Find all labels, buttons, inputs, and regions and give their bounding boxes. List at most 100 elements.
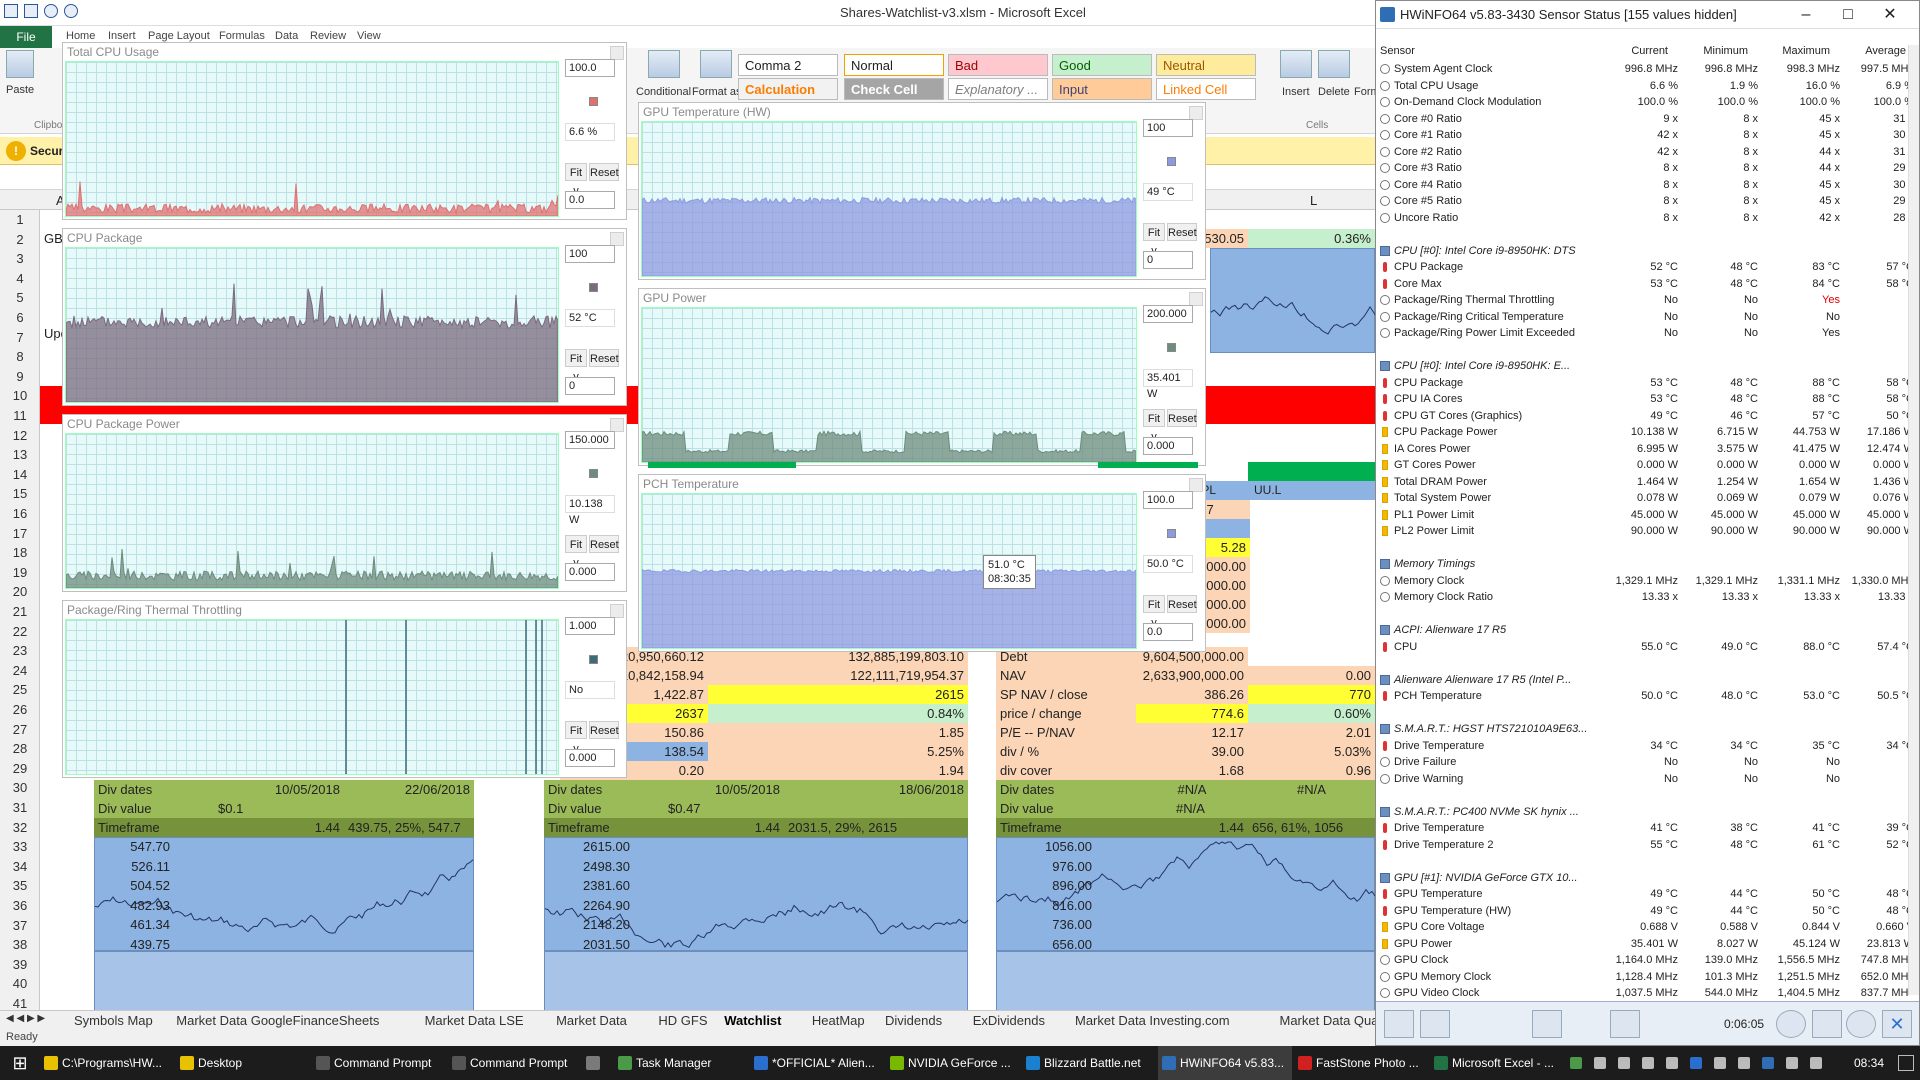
style-explanatory[interactable]: Explanatory ... [948, 78, 1048, 100]
sensor-group-header[interactable]: CPU [#0]: Intel Core i9-8950HK: DTS [1376, 243, 1908, 260]
sensor-row[interactable]: Package/Ring Power Limit Exceeded No No Yes [1376, 325, 1908, 342]
graph-close-icon[interactable] [610, 418, 624, 432]
row-header-32[interactable]: 32 [0, 818, 40, 837]
cell-r25-c5[interactable]: 770 [1248, 685, 1375, 704]
sensor-row[interactable]: Core #3 Ratio 8 x 8 x 44 x 29 x [1376, 160, 1908, 177]
sheet-tab[interactable]: HD GFS [658, 1013, 707, 1028]
row-header-25[interactable]: 25 [0, 680, 40, 699]
redo-icon[interactable] [64, 4, 78, 18]
row-header-31[interactable]: 31 [0, 798, 40, 817]
graph-color-swatch[interactable] [589, 283, 598, 292]
column-l-header[interactable]: L [1310, 193, 1317, 208]
row-header-22[interactable]: 22 [0, 622, 40, 641]
cell-r29-c2[interactable]: 1.94 [708, 761, 968, 780]
cell-r27-c4[interactable]: 12.17 [1136, 723, 1248, 742]
action-center-icon[interactable] [1898, 1055, 1914, 1071]
conditional-formatting-button[interactable]: Conditional [636, 86, 691, 98]
row-header-39[interactable]: 39 [0, 955, 40, 974]
graph-close-icon[interactable] [610, 46, 624, 60]
graph-color-swatch[interactable] [1167, 529, 1176, 538]
save-icon[interactable] [24, 4, 38, 18]
graph-min-field[interactable]: 0 [1143, 251, 1193, 269]
sensor-row[interactable]: PL2 Power Limit 90.000 W 90.000 W 90.000 W 9… [1376, 523, 1908, 540]
cell-r25-c4[interactable]: 386.26 [1136, 685, 1248, 704]
header-sensor[interactable]: Sensor [1380, 45, 1415, 57]
graph-max-field[interactable]: 100 [565, 245, 615, 263]
graph-close-icon[interactable] [610, 232, 624, 246]
right-div-dates-label[interactable]: Div dates [996, 780, 1136, 799]
excel-app-icon[interactable] [4, 4, 18, 18]
row-header-24[interactable]: 24 [0, 661, 40, 680]
tab-review[interactable]: Review [310, 30, 346, 42]
row-header-33[interactable]: 33 [0, 837, 40, 856]
graph-thermal-throttling[interactable]: Package/Ring Thermal Throttling 1.000 No Fi… [62, 600, 627, 778]
delete-cells-icon[interactable] [1318, 50, 1350, 78]
sensor-row[interactable]: Drive Temperature 34 °C 34 °C 35 °C 34 °C [1376, 738, 1908, 755]
graph-cpu-package[interactable]: CPU Package 100 52 °C Fit yReset 0 [62, 228, 627, 406]
style-good[interactable]: Good [1052, 54, 1152, 76]
reset-button[interactable]: Reset [1167, 409, 1197, 427]
cell-r26-c4[interactable]: 774.6 [1136, 704, 1248, 723]
mid-div-date-1[interactable]: 10/05/2018 [664, 780, 784, 799]
graph-close-icon[interactable] [1189, 478, 1203, 492]
graph-color-swatch[interactable] [1167, 343, 1176, 352]
start-windows-icon[interactable]: ⊞ [0, 1046, 40, 1080]
sensor-group-header[interactable]: S.M.A.R.T.: HGST HTS721010A9E63... [1376, 721, 1908, 738]
left-timeframe-value[interactable]: 1.44 [214, 818, 344, 837]
cell-r24-c3[interactable]: NAV [996, 666, 1136, 685]
graph-max-field[interactable]: 200.000 [1143, 305, 1193, 323]
sensor-row[interactable]: GPU Clock 1,164.0 MHz 139.0 MHz 1,556.5 MHz… [1376, 952, 1908, 969]
cell-l2[interactable]: 0.36% [1248, 229, 1375, 248]
tab-home[interactable]: Home [66, 30, 95, 42]
fit-y-button[interactable]: Fit y [565, 163, 587, 197]
graph-plot-area[interactable] [641, 121, 1137, 277]
taskbar-clock[interactable]: 08:34 [1854, 1056, 1884, 1070]
sensor-row[interactable]: Total CPU Usage 6.6 % 1.9 % 16.0 % 6.9 % [1376, 78, 1908, 95]
graph-close-icon[interactable] [610, 604, 624, 618]
style-neutral[interactable]: Neutral [1156, 54, 1256, 76]
mid-div-date-2[interactable]: 18/06/2018 [784, 780, 968, 799]
sensor-row[interactable]: Memory Clock 1,329.1 MHz 1,329.1 MHz 1,331.… [1376, 573, 1908, 590]
sensor-row[interactable]: Core #5 Ratio 8 x 8 x 45 x 29 x [1376, 193, 1908, 210]
taskbar-item[interactable]: Task Manager [614, 1046, 748, 1080]
row-header-12[interactable]: 12 [0, 426, 40, 445]
graph-color-swatch[interactable] [1167, 157, 1176, 166]
sensor-row[interactable]: GPU Temperature 49 °C 44 °C 50 °C 48 °C [1376, 886, 1908, 903]
graph-plot-area[interactable] [641, 307, 1137, 463]
graph-min-field[interactable]: 0.000 [565, 563, 615, 581]
sensor-group-header[interactable]: Memory Timings [1376, 556, 1908, 573]
row-header-9[interactable]: 9 [0, 367, 40, 386]
row-header-36[interactable]: 36 [0, 896, 40, 915]
sensor-row[interactable]: System Agent Clock 996.8 MHz 996.8 MHz 998.… [1376, 61, 1908, 78]
graph-plot-area[interactable] [641, 493, 1137, 649]
tray-battery-icon[interactable] [1618, 1057, 1630, 1069]
cell-r28-c4[interactable]: 39.00 [1136, 742, 1248, 761]
row-header-6[interactable]: 6 [0, 308, 40, 327]
taskbar-item[interactable]: Desktop [176, 1046, 310, 1080]
fan-icon[interactable] [1532, 1010, 1562, 1038]
graph-plot-area[interactable] [65, 433, 559, 589]
row-header-21[interactable]: 21 [0, 602, 40, 621]
sensor-row[interactable]: Total DRAM Power 1.464 W 1.254 W 1.654 W 1.4… [1376, 474, 1908, 491]
right-timeframe-range[interactable]: 656, 61%, 1056 [1248, 818, 1375, 837]
taskbar-item[interactable] [582, 1046, 612, 1080]
hwinfo-scrollbar[interactable] [1908, 45, 1919, 995]
row-header-1[interactable]: 1 [0, 210, 40, 229]
graph-close-icon[interactable] [1189, 106, 1203, 120]
graph-min-field[interactable]: 0.0 [565, 191, 615, 209]
cell-r26-c5[interactable]: 0.60% [1248, 704, 1375, 723]
mid-timeframe-value[interactable]: 1.44 [664, 818, 784, 837]
header-maximum[interactable]: Maximum [1768, 45, 1830, 57]
sensor-row[interactable]: Drive Warning No No No [1376, 771, 1908, 788]
reset-button[interactable]: Reset [1167, 223, 1197, 241]
header-minimum[interactable]: Minimum [1688, 45, 1748, 57]
cell-r24-c4[interactable]: 2,633,900,000.00 [1136, 666, 1248, 685]
sensor-row[interactable]: Core #1 Ratio 42 x 8 x 45 x 30 x [1376, 127, 1908, 144]
mid-div-value[interactable]: $0.47 [664, 799, 968, 818]
tab-data[interactable]: Data [275, 30, 298, 42]
tray-keyboard-icon[interactable] [1786, 1057, 1798, 1069]
sensor-row[interactable]: CPU Package Power 10.138 W 6.715 W 44.753 W… [1376, 424, 1908, 441]
reset-button[interactable]: Reset [589, 349, 619, 367]
graph-color-swatch[interactable] [589, 655, 598, 664]
right-timeframe-value[interactable]: 1.44 [1136, 818, 1248, 837]
